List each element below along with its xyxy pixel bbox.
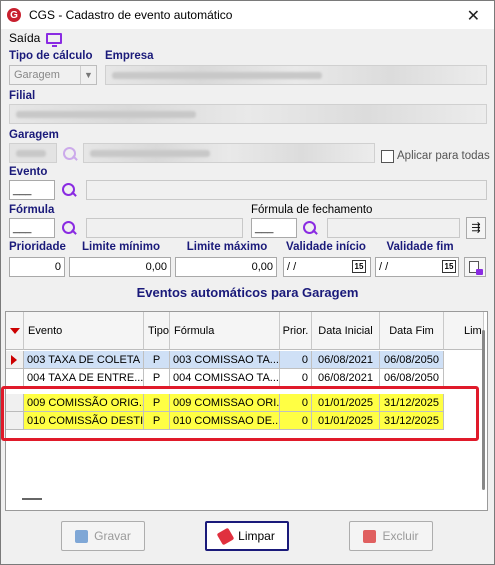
aplicar-todas-label: Aplicar para todas: [397, 150, 490, 162]
formula-fechamento-search-icon[interactable]: [303, 221, 317, 235]
menu-saida[interactable]: Saída: [9, 31, 40, 45]
cell-data-inicial: 06/08/2021: [312, 369, 380, 387]
gravar-label: Gravar: [94, 529, 131, 543]
clear-dates-icon[interactable]: [464, 257, 486, 277]
garagem-name-field[interactable]: [83, 143, 375, 163]
tipo-calculo-select[interactable]: Garagem ▼: [9, 65, 97, 85]
evento-label: Evento: [9, 166, 48, 178]
prioridade-input[interactable]: 0: [9, 257, 65, 277]
validade-fim-value: / /: [379, 261, 389, 273]
col-header-tipo[interactable]: Tipo: [144, 312, 170, 350]
cell-data-fim: 06/08/2050: [380, 369, 444, 387]
col-header-formula[interactable]: Fórmula: [170, 312, 280, 350]
cell-tipo: P: [144, 351, 170, 369]
tipo-calculo-value: Garagem: [14, 69, 60, 81]
col-header-data-inicial[interactable]: Data Inicial: [312, 312, 380, 350]
formula-editor-icon[interactable]: ⇶: [466, 217, 486, 239]
limite-minimo-input[interactable]: 0,00: [69, 257, 171, 277]
cell-formula: 004 COMISSAO TA...: [170, 369, 280, 387]
formula-description-field: [86, 218, 243, 238]
cell-data-inicial: 06/08/2021: [312, 351, 380, 369]
col-header-evento[interactable]: Evento: [24, 312, 144, 350]
validade-inicio-label: Validade início: [286, 241, 366, 253]
calendar-icon[interactable]: 15: [352, 260, 366, 273]
cell-prior: 0: [280, 369, 312, 387]
horizontal-scrollbar[interactable]: [22, 498, 42, 500]
prioridade-label: Prioridade: [9, 241, 66, 253]
grid-title: Eventos automáticos para Garagem: [136, 285, 359, 300]
limite-maximo-input[interactable]: 0,00: [175, 257, 277, 277]
title-bar: G CGS - Cadastro de evento automático ✕: [1, 1, 494, 29]
monitor-icon[interactable]: [46, 32, 63, 47]
window-title: CGS - Cadastro de evento automático: [29, 8, 233, 22]
app-window: G CGS - Cadastro de evento automático ✕ …: [0, 0, 495, 565]
cell-evento: 004 TAXA DE ENTRE...: [24, 369, 144, 387]
formula-label: Fórmula: [9, 204, 55, 216]
formula-search-icon[interactable]: [62, 221, 76, 235]
calendar-icon[interactable]: 15: [442, 260, 456, 273]
sort-arrow-icon: [9, 327, 20, 334]
garagem-code-field[interactable]: [9, 143, 57, 163]
cell-data-fim: 06/08/2050: [380, 351, 444, 369]
limite-maximo-label: Limite máximo: [186, 241, 268, 253]
cell-prior: 0: [280, 351, 312, 369]
highlight-annotation: [1, 386, 479, 441]
aplicar-todas-checkbox[interactable]: [381, 150, 394, 163]
trash-icon: [363, 529, 377, 543]
formula-fechamento-label: Fórmula de fechamento: [251, 204, 373, 216]
grid-sort-header[interactable]: [6, 312, 24, 350]
cell-evento: 003 TAXA DE COLETA: [24, 351, 144, 369]
empresa-label: Empresa: [105, 50, 154, 62]
cell-formula: 003 COMISSAO TA...: [170, 351, 280, 369]
cell-tipo: P: [144, 369, 170, 387]
garagem-search-icon[interactable]: [63, 147, 77, 161]
filial-label: Filial: [9, 90, 36, 102]
formula-code-input[interactable]: ___: [9, 218, 55, 238]
excluir-label: Excluir: [382, 529, 419, 543]
limpar-button[interactable]: Limpar: [205, 521, 289, 551]
col-header-prior[interactable]: Prior.: [280, 312, 312, 350]
chevron-down-icon[interactable]: ▼: [80, 66, 96, 84]
garagem-label: Garagem: [9, 129, 59, 141]
formula-fechamento-code-input[interactable]: ___: [251, 218, 297, 238]
gravar-button[interactable]: Gravar: [61, 521, 145, 551]
excluir-button[interactable]: Excluir: [349, 521, 433, 551]
close-icon[interactable]: ✕: [467, 6, 480, 26]
eraser-icon: [216, 527, 235, 545]
evento-code-input[interactable]: ___: [9, 180, 55, 200]
row-indicator: [6, 369, 24, 387]
formula-fechamento-description-field: [327, 218, 460, 238]
filial-field[interactable]: [9, 104, 487, 124]
row-indicator: [6, 351, 24, 369]
empresa-field[interactable]: [105, 65, 487, 85]
col-header-data-fim[interactable]: Data Fim: [380, 312, 444, 350]
evento-description-field: [86, 180, 487, 200]
tipo-calculo-label: Tipo de cálculo: [9, 50, 93, 62]
validade-inicio-value: / /: [287, 261, 297, 273]
row-pointer-icon: [11, 355, 17, 365]
table-row[interactable]: 003 TAXA DE COLETA P 003 COMISSAO TA... …: [6, 351, 476, 369]
limite-minimo-label: Limite mínimo: [82, 241, 160, 253]
validade-fim-label: Validade fim: [386, 241, 454, 253]
vertical-scrollbar[interactable]: [482, 330, 485, 490]
app-logo-icon: G: [7, 8, 21, 22]
table-row[interactable]: 004 TAXA DE ENTRE... P 004 COMISSAO TA..…: [6, 369, 476, 387]
col-header-lim[interactable]: Lim: [444, 312, 484, 350]
limpar-label: Limpar: [238, 529, 275, 543]
evento-search-icon[interactable]: [62, 183, 76, 197]
save-icon: [75, 529, 89, 543]
menu-bar: Saída: [1, 29, 494, 47]
